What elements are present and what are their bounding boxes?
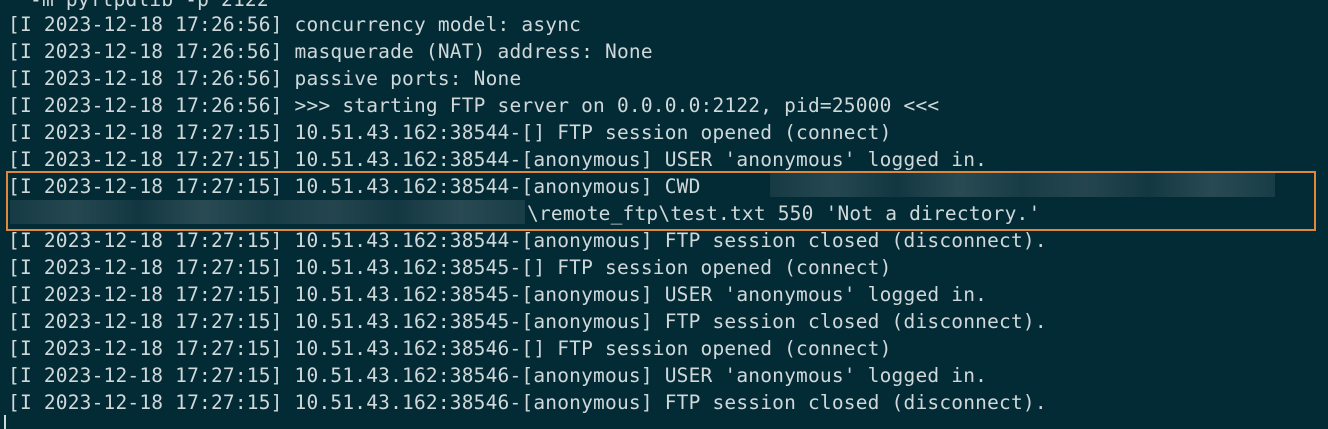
log-line: [I 2023-12-18 17:27:15] 10.51.43.162:385…	[8, 364, 988, 387]
log-line: [I 2023-12-18 17:27:15] 10.51.43.162:385…	[8, 121, 892, 144]
highlight-box	[6, 171, 1316, 231]
log-line: [I 2023-12-18 17:27:15] 10.51.43.162:385…	[8, 391, 1047, 414]
log-line: [I 2023-12-18 17:26:56] concurrency mode…	[8, 13, 582, 36]
log-line: [I 2023-12-18 17:27:15] 10.51.43.162:385…	[8, 337, 892, 360]
log-line: [I 2023-12-18 17:26:56] >>> starting FTP…	[8, 94, 940, 117]
text-cursor	[4, 415, 6, 429]
log-line: [I 2023-12-18 17:27:15] 10.51.43.162:385…	[8, 148, 988, 171]
log-line: [I 2023-12-18 17:27:15] 10.51.43.162:385…	[8, 310, 1047, 333]
log-line: [I 2023-12-18 17:27:15] 10.51.43.162:385…	[8, 256, 892, 279]
log-line: [I 2023-12-18 17:26:56] passive ports: N…	[8, 67, 522, 90]
log-line: [I 2023-12-18 17:26:56] masquerade (NAT)…	[8, 40, 653, 63]
log-line: [I 2023-12-18 17:27:15] 10.51.43.162:385…	[8, 229, 1047, 252]
log-line: [I 2023-12-18 17:27:15] 10.51.43.162:385…	[8, 283, 988, 306]
